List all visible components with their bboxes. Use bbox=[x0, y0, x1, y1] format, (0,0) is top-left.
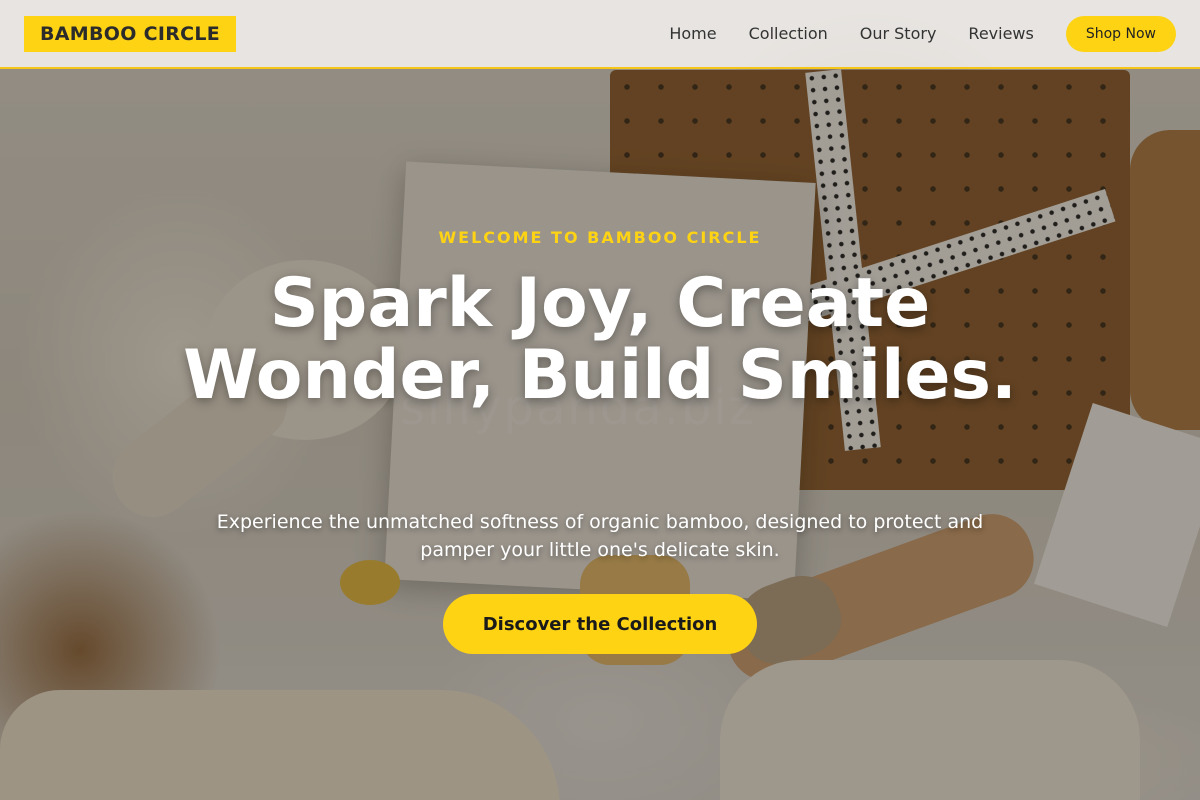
nav-our-story-link[interactable]: Our Story bbox=[860, 24, 937, 43]
site-header: BAMBOO CIRCLE Home Collection Our Story … bbox=[0, 0, 1200, 69]
nav-reviews-link[interactable]: Reviews bbox=[968, 24, 1033, 43]
nav-home-link[interactable]: Home bbox=[669, 24, 716, 43]
discover-collection-button[interactable]: Discover the Collection bbox=[443, 594, 757, 654]
nav-collection-link[interactable]: Collection bbox=[749, 24, 828, 43]
hero-headline: Spark Joy, Create Wonder, Build Smiles. bbox=[183, 264, 1017, 415]
shop-now-button[interactable]: Shop Now bbox=[1065, 15, 1176, 52]
hero-subtext: Experience the unmatched softness of org… bbox=[216, 511, 984, 561]
hero-eyebrow: WELCOME TO BAMBOO CIRCLE bbox=[438, 228, 762, 247]
brand-logo[interactable]: BAMBOO CIRCLE bbox=[24, 15, 237, 52]
main-nav: Home Collection Our Story Reviews Shop N… bbox=[669, 15, 1176, 52]
